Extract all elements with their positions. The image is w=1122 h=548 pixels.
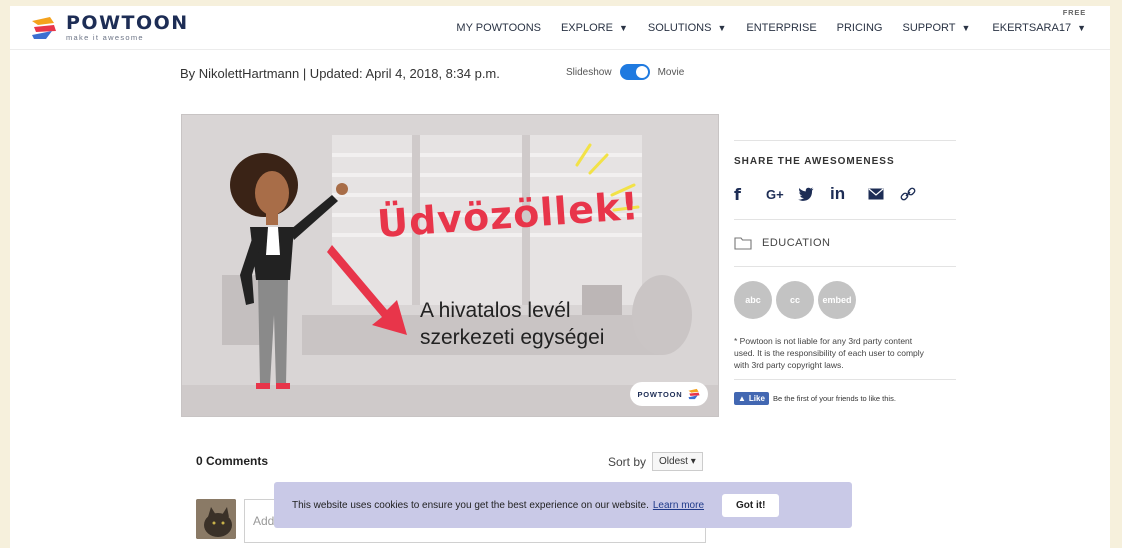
envelope-shape [868, 188, 884, 200]
learn-more-link[interactable]: Learn more [653, 500, 704, 511]
linkedin-glyph: in [830, 184, 846, 203]
category-label: EDUCATION [762, 237, 831, 249]
nav-label: ENTERPRISE [746, 22, 817, 34]
nav-user-menu[interactable]: FREE EKERTSARA17 ▼ [992, 8, 1086, 34]
sort-select[interactable]: Oldest ▾ [652, 452, 703, 471]
folder-icon [734, 237, 752, 250]
sort-label: Sort by [608, 454, 647, 469]
main-nav: MY POWTOONS EXPLORE ▼ SOLUTIONS ▼ ENTERP… [436, 6, 1086, 50]
toggle-knob [635, 66, 648, 78]
facebook-like-text: Be the first of your friends to like thi… [772, 394, 896, 403]
nav-label: PRICING [836, 22, 883, 34]
author-byline: By NikolettHartmann | Updated: April 4, … [180, 66, 500, 81]
link-icon[interactable] [900, 186, 932, 202]
facebook-glyph: f [734, 184, 741, 204]
slideshow-label[interactable]: Slideshow [566, 67, 612, 78]
chevron-down-icon: ▼ [1077, 23, 1086, 33]
twitter-icon[interactable] [798, 187, 830, 201]
nav-pricing[interactable]: PRICING [837, 22, 883, 34]
chevron-down-icon: ▼ [717, 23, 727, 33]
powtoon-logo-icon [32, 17, 56, 39]
like-label: Like [748, 394, 765, 403]
powtoon-watermark-badge[interactable]: POWTOON [630, 382, 708, 406]
share-sidebar: SHARE THE AWESOMENESS f G+ in EDUCATION … [734, 140, 956, 405]
username-label: EKERTSARA17 [992, 22, 1072, 34]
facebook-icon[interactable]: f [734, 185, 766, 204]
video-caption: A hivatalos levél szerkezeti egységei [420, 297, 604, 351]
nav-label: MY POWTOONS [456, 22, 541, 34]
powtoon-logo-icon [687, 388, 700, 400]
thumbs-up-icon: ▲ [738, 394, 746, 403]
divider [734, 266, 956, 267]
nav-label: SUPPORT [902, 22, 956, 34]
view-toggle-switch[interactable] [619, 64, 650, 80]
view-mode-toggle: Slideshow Movie [566, 64, 684, 80]
divider [734, 219, 956, 220]
facebook-like-row: ▲ Like Be the first of your friends to l… [734, 392, 956, 405]
nav-support[interactable]: SUPPORT ▼ [903, 22, 971, 34]
copyright-disclaimer: * Powtoon is not liable for any 3rd part… [734, 336, 924, 370]
facebook-like-button[interactable]: ▲ Like [734, 392, 769, 405]
office-background-illustration [182, 115, 718, 416]
nav-enterprise[interactable]: ENTERPRISE [746, 22, 816, 34]
share-title: SHARE THE AWESOMENESS [734, 156, 895, 167]
nav-label: SOLUTIONS [647, 22, 712, 34]
divider [734, 140, 956, 141]
chain-link-shape [900, 187, 916, 201]
powtoon-logo[interactable]: POWTOON make it awesome [30, 12, 189, 44]
video-player[interactable]: Üdvözöllek! A hivatalos levél szerkezeti… [181, 114, 719, 417]
cookie-accept-button[interactable]: Got it! [722, 493, 780, 517]
google-plus-glyph: G+ [766, 186, 784, 202]
mail-icon[interactable] [868, 188, 900, 200]
chevron-down-icon: ▼ [961, 23, 971, 33]
share-icons-row: f G+ in [734, 183, 956, 205]
cc-badge-icon: cc [776, 281, 814, 319]
page: POWTOON make it awesome MY POWTOONS EXPL… [10, 6, 1110, 548]
movie-label[interactable]: Movie [658, 67, 685, 78]
cat-avatar-image [196, 499, 236, 539]
logo-wordmark: POWTOON [66, 12, 189, 34]
logo-tagline: make it awesome [66, 33, 144, 42]
comments-count: 0 Comments [196, 454, 269, 468]
embed-badge-icon[interactable]: embed [818, 281, 856, 319]
caption-line-2: szerkezeti egységei [420, 326, 605, 349]
plan-badge: FREE [1062, 8, 1086, 17]
category-row[interactable]: EDUCATION [734, 228, 956, 258]
license-badges: abc cc embed [734, 281, 956, 319]
nav-my-powtoons[interactable]: MY POWTOONS [456, 22, 541, 34]
watermark-text: POWTOON [637, 389, 683, 399]
nav-label: EXPLORE [560, 22, 613, 34]
divider [734, 379, 956, 380]
abc-badge-icon: abc [734, 281, 772, 319]
chevron-down-icon: ▼ [618, 23, 628, 33]
cookie-message: This website uses cookies to ensure you … [292, 499, 649, 511]
comments-sort: Sort by Oldest ▾ [608, 452, 703, 471]
linkedin-icon[interactable]: in [830, 184, 868, 204]
nav-explore[interactable]: EXPLORE ▼ [561, 22, 628, 34]
top-header: POWTOON make it awesome MY POWTOONS EXPL… [10, 6, 1110, 50]
caption-line-1: A hivatalos levél [420, 299, 571, 322]
twitter-bird [798, 187, 814, 201]
google-plus-icon[interactable]: G+ [766, 187, 798, 202]
nav-solutions[interactable]: SOLUTIONS ▼ [648, 22, 727, 34]
avatar [196, 499, 236, 539]
cookie-banner: This website uses cookies to ensure you … [274, 482, 852, 528]
